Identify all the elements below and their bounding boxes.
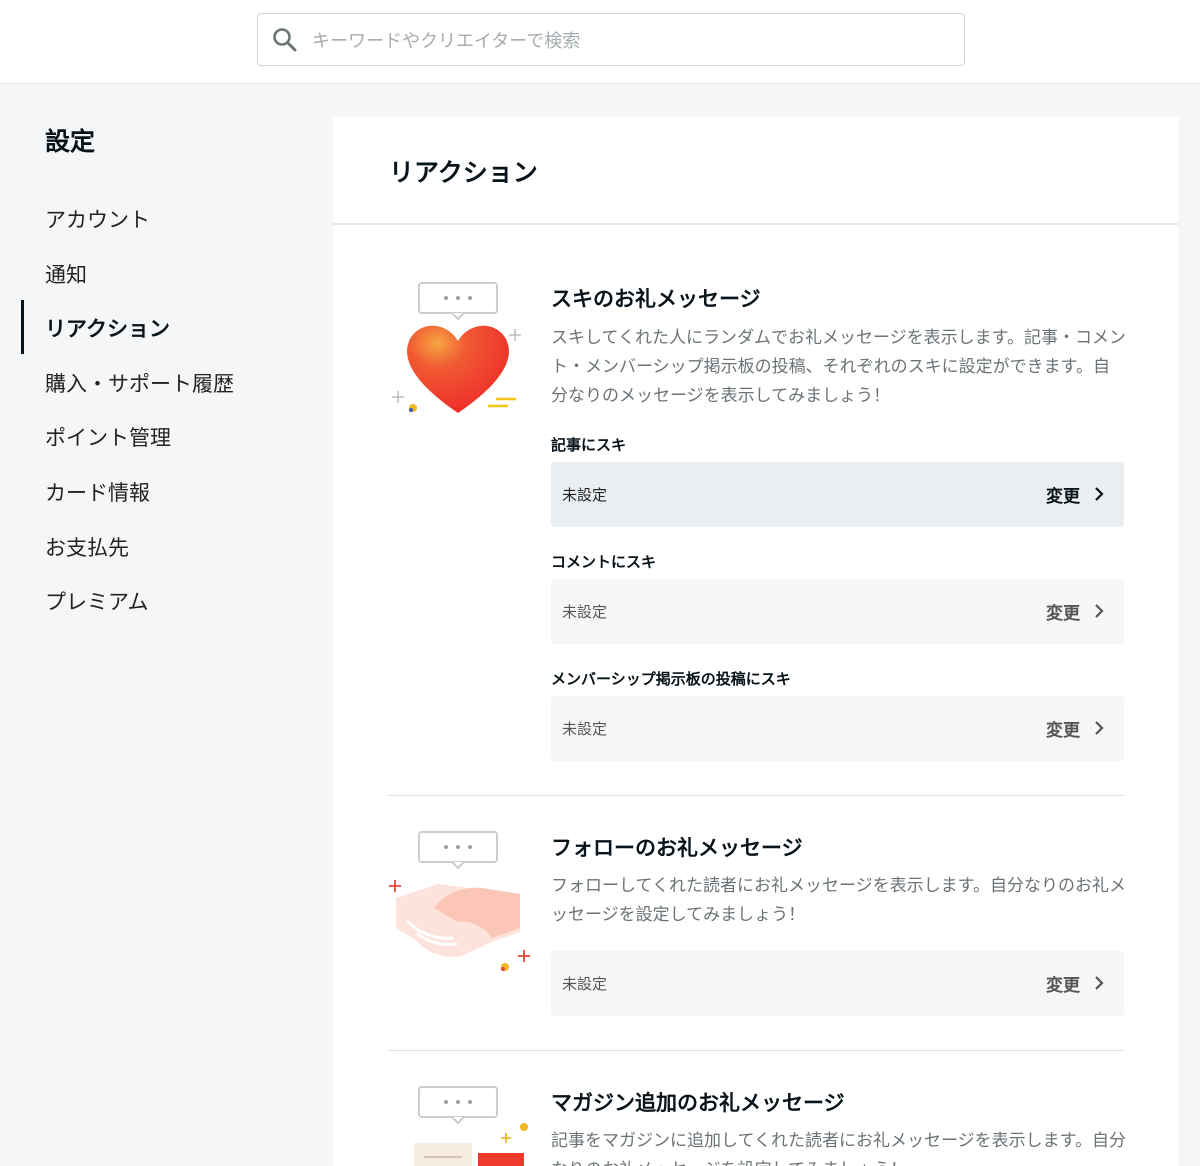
field-label-comment-suki: コメントにスキ [551,553,657,571]
article-suki-setting[interactable]: 未設定 変更 [551,462,1124,527]
sidebar-item-premium[interactable]: プレミアム [45,586,149,616]
change-button[interactable]: 変更 [1046,599,1080,624]
sidebar-item-payout[interactable]: お支払先 [45,532,129,562]
section-title: フォローのお礼メッセージ [551,836,803,860]
field-label-membership-suki: メンバーシップ掲示板の投稿にスキ [551,670,791,688]
section-divider [388,1050,1124,1051]
follow-thanks-setting[interactable]: 未設定 変更 [551,951,1124,1016]
chevron-right-icon [1095,604,1104,618]
page-title: リアクション [389,158,538,187]
search-box[interactable]: キーワードやクリエイターで検索 [257,13,965,66]
active-indicator [21,300,24,354]
section-description: フォローしてくれた読者にお礼メッセージを表示します。自分なりのお礼メッセージを設… [551,876,1126,925]
setting-value: 未設定 [562,975,608,993]
sidebar-item-card-info[interactable]: カード情報 [45,477,150,507]
section-divider [388,795,1124,796]
section-description: 記事をマガジンに追加してくれた読者にお礼メッセージを表示します。自分なりのお礼メ… [551,1131,1126,1166]
reactions-panel: リアクション スキのお礼メッセージ スキしてくれた人にランダムでお礼メッセージを… [333,117,1178,1166]
sidebar-item-reactions[interactable]: リアクション [45,313,170,343]
change-button[interactable]: 変更 [1046,482,1080,507]
section-title: マガジン追加のお礼メッセージ [551,1091,845,1115]
heart-illustration-icon [392,282,521,413]
field-label-article-suki: 記事にスキ [551,436,627,454]
membership-suki-setting[interactable]: 未設定 変更 [551,696,1124,761]
top-bar: キーワードやクリエイターで検索 [0,0,1200,84]
section-title: スキのお礼メッセージ [551,287,761,311]
setting-value: 未設定 [562,720,608,738]
sidebar-item-notifications[interactable]: 通知 [45,259,87,289]
search-input[interactable]: キーワードやクリエイターで検索 [312,27,580,53]
sidebar-title: 設定 [45,127,96,156]
change-button[interactable]: 変更 [1046,716,1080,741]
setting-value: 未設定 [562,603,608,621]
chevron-right-icon [1095,487,1104,501]
panel-header: リアクション [333,117,1178,225]
chevron-right-icon [1095,976,1104,990]
comment-suki-setting[interactable]: 未設定 変更 [551,579,1124,644]
handshake-illustration-icon [389,831,530,971]
chevron-right-icon [1095,721,1104,735]
section-description: スキしてくれた人にランダムでお礼メッセージを表示します。記事・コメント・メンバー… [551,328,1126,406]
magazine-illustration-icon [414,1086,528,1166]
sidebar-item-account[interactable]: アカウント [45,204,150,234]
setting-value: 未設定 [562,486,608,504]
search-icon [258,13,312,66]
sidebar-item-points[interactable]: ポイント管理 [45,422,171,452]
sidebar-item-purchase-history[interactable]: 購入・サポート履歴 [45,368,234,398]
change-button[interactable]: 変更 [1046,971,1080,996]
